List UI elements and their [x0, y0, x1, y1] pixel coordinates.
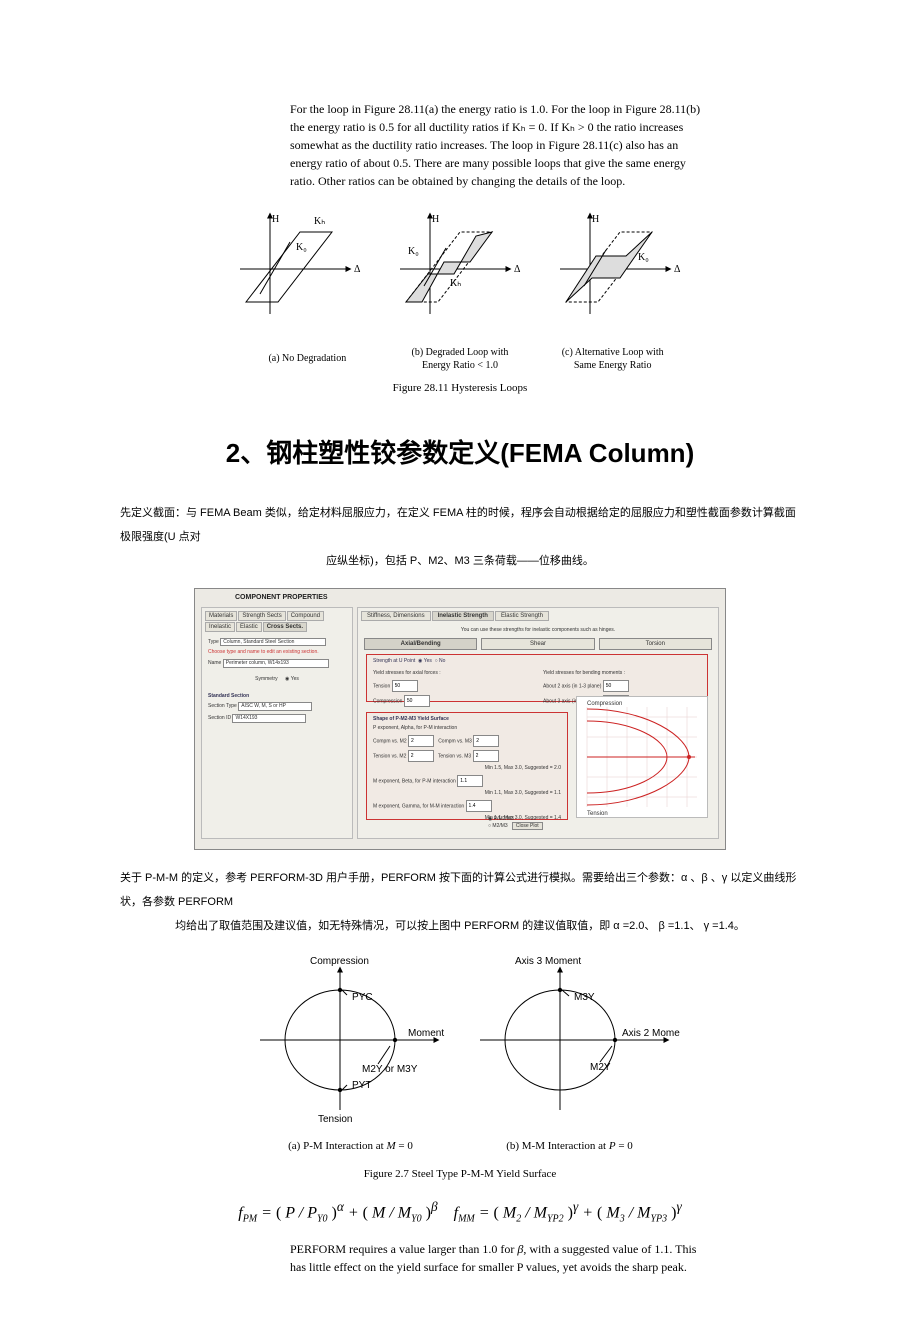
dialog-right-panel: Stiffness, Dimensions Inelastic Strength…	[357, 607, 719, 839]
tm3-input[interactable]	[473, 750, 499, 762]
fig2-7-sub-b: (b) M-M Interaction at P = 0	[506, 1140, 633, 1152]
svg-text:Compression: Compression	[587, 701, 622, 707]
svg-text:M2Y: M2Y	[590, 1062, 611, 1073]
svg-text:H: H	[272, 214, 279, 225]
svg-text:K₀: K₀	[296, 242, 307, 253]
svg-text:Axis 2 Moment: Axis 2 Moment	[622, 1028, 680, 1039]
close-plot-button[interactable]: Close Plot	[512, 822, 543, 830]
hint-text: You can use these strengths for inelasti…	[364, 627, 712, 634]
section-type-label: Section Type	[208, 703, 237, 709]
svg-text:Axis 3 Moment: Axis 3 Moment	[515, 956, 581, 967]
svg-text:PYT: PYT	[352, 1080, 371, 1091]
name-label: Name	[208, 660, 221, 666]
svg-text:H: H	[592, 214, 599, 225]
yield-bending-label: Yield stresses for bending moments :	[543, 670, 701, 677]
svg-text:Tension: Tension	[318, 1114, 352, 1125]
tension-input[interactable]	[392, 680, 418, 692]
svg-text:Tension: Tension	[587, 811, 608, 817]
section-id-label: Section ID	[208, 715, 231, 721]
alpha-hint: Min 1.5, Max 3.0, Suggested = 2.0	[373, 765, 561, 772]
tm2-input[interactable]	[408, 750, 434, 762]
intro-paragraph: For the loop in Figure 28.11(a) the ener…	[290, 100, 710, 190]
section-id-dropdown[interactable]: W14X193	[232, 714, 306, 723]
svg-text:M2Y or M3Y: M2Y or M3Y	[362, 1064, 418, 1075]
formula-pmm: fPM = ( P / PY0 )α + ( M / MY0 )β fMM = …	[120, 1198, 800, 1226]
btn-shear[interactable]: Shear	[481, 638, 594, 650]
para-3b: 均给出了取值范围及建议值，如无特殊情况，可以按上图中 PERFORM 的建议值取…	[120, 914, 800, 938]
svg-text:Moment: Moment	[408, 1028, 444, 1039]
gamma-input[interactable]	[466, 800, 492, 812]
section-2-heading: 2、钢柱塑性铰参数定义(FEMA Column)	[120, 436, 800, 471]
para-2a: 先定义截面：与 FEMA Beam 类似，给定材料屈服应力，在定义 FEMA 柱…	[120, 501, 800, 549]
svg-text:Δ: Δ	[674, 264, 681, 275]
dialog-title: COMPONENT PROPERTIES	[235, 593, 328, 602]
m2-input[interactable]	[603, 680, 629, 692]
hysteresis-loops-svg: H Δ K₀ Kₕ H Δ K₀ Kₕ	[230, 204, 690, 344]
tab-elastic[interactable]: Elastic	[236, 622, 262, 632]
type-label: Type	[208, 639, 219, 645]
yield-axial-label: Yield stresses for axial forces :	[373, 670, 531, 677]
tab-compound[interactable]: Compound	[287, 611, 324, 621]
tab-strength-sects[interactable]: Strength Sects	[238, 611, 285, 621]
para-2b: 应纵坐标)，包括 P、M2、M3 三条荷载——位移曲线。	[120, 549, 800, 573]
tab-inelastic-strength[interactable]: Inelastic Strength	[432, 611, 494, 621]
choose-hint: Choose type and name to edit an existing…	[208, 649, 346, 656]
shape-header: Shape of P-M2-M3 Yield Surface	[373, 716, 561, 723]
svg-text:PYC: PYC	[352, 992, 373, 1003]
fig2-7-caption: Figure 2.7 Steel Type P-M-M Yield Surfac…	[120, 1167, 800, 1182]
btn-torsion[interactable]: Torsion	[599, 638, 712, 650]
tab-elastic-strength[interactable]: Elastic Strength	[495, 611, 549, 621]
beta-input[interactable]	[457, 775, 483, 787]
radio-mm[interactable]: M2/M3	[492, 823, 507, 829]
symmetry-label: Symmetry	[255, 676, 278, 682]
figure-28-11: H Δ K₀ Kₕ H Δ K₀ Kₕ	[120, 204, 800, 396]
svg-text:Kₕ: Kₕ	[314, 216, 325, 227]
fig28-11-caption: Figure 28.11 Hysteresis Loops	[120, 381, 800, 396]
section-type-dropdown[interactable]: AISC W, M, S or HP	[238, 702, 312, 711]
yield-surface-svg: Compression PYC Moment M2Y or M3Y PYT Te…	[240, 952, 680, 1132]
strength-u-label: Strength at U Point ◉ Yes ○ No	[373, 658, 701, 665]
symmetry-yes[interactable]: Yes	[291, 676, 299, 682]
tab-cross-sects[interactable]: Cross Sects.	[263, 622, 307, 632]
svg-text:Δ: Δ	[514, 264, 521, 275]
svg-text:Compression: Compression	[310, 956, 369, 967]
cm2-input[interactable]	[408, 735, 434, 747]
tab-stiffness[interactable]: Stiffness, Dimensions	[361, 611, 431, 621]
fig28-11-subcaptions: (a) No Degradation (b) Degraded Loop wit…	[232, 346, 688, 373]
tab-materials[interactable]: Materials	[205, 611, 237, 621]
cm3-input[interactable]	[473, 735, 499, 747]
svg-text:K₀: K₀	[638, 252, 649, 263]
pm-plot: Compression Tension	[576, 696, 708, 818]
svg-text:K₀: K₀	[408, 246, 419, 257]
fig2-7-sub-a: (a) P-M Interaction at M = 0	[288, 1140, 413, 1152]
svg-text:Δ: Δ	[354, 264, 361, 275]
gamma-label: M exponent, Gamma, for M-M interaction	[373, 803, 464, 809]
alpha-label: P exponent, Alpha, for P-M interaction	[373, 725, 561, 732]
btn-axial-bending[interactable]: Axial/Bending	[364, 638, 477, 650]
beta-hint: Min 1.1, Max 3.0, Suggested = 1.1	[373, 790, 561, 797]
radio-pm[interactable]: P/M2/M3	[494, 816, 514, 822]
dialog-left-panel: Materials Strength Sects Compound Inelas…	[201, 607, 353, 839]
svg-text:M3Y: M3Y	[574, 992, 595, 1003]
beta-label: M exponent, Beta, for P-M interaction	[373, 778, 456, 784]
svg-text:H: H	[432, 214, 439, 225]
figure-2-7: Compression PYC Moment M2Y or M3Y PYT Te…	[120, 952, 800, 1182]
para-3a: 关于 P-M-M 的定义，参考 PERFORM-3D 用户手册，PERFORM …	[120, 866, 800, 914]
type-dropdown[interactable]: Column, Standard Steel Section	[220, 638, 326, 647]
tab-inelastic[interactable]: Inelastic	[205, 622, 235, 632]
svg-text:Kₕ: Kₕ	[450, 278, 461, 289]
closing-paragraph: PERFORM requires a value larger than 1.0…	[290, 1240, 710, 1276]
std-section-header: Standard Section	[208, 693, 346, 700]
component-properties-dialog: COMPONENT PROPERTIES Materials Strength …	[194, 588, 726, 850]
compression-input[interactable]	[404, 695, 430, 707]
name-dropdown[interactable]: Perimeter column, W14x193	[223, 659, 329, 668]
